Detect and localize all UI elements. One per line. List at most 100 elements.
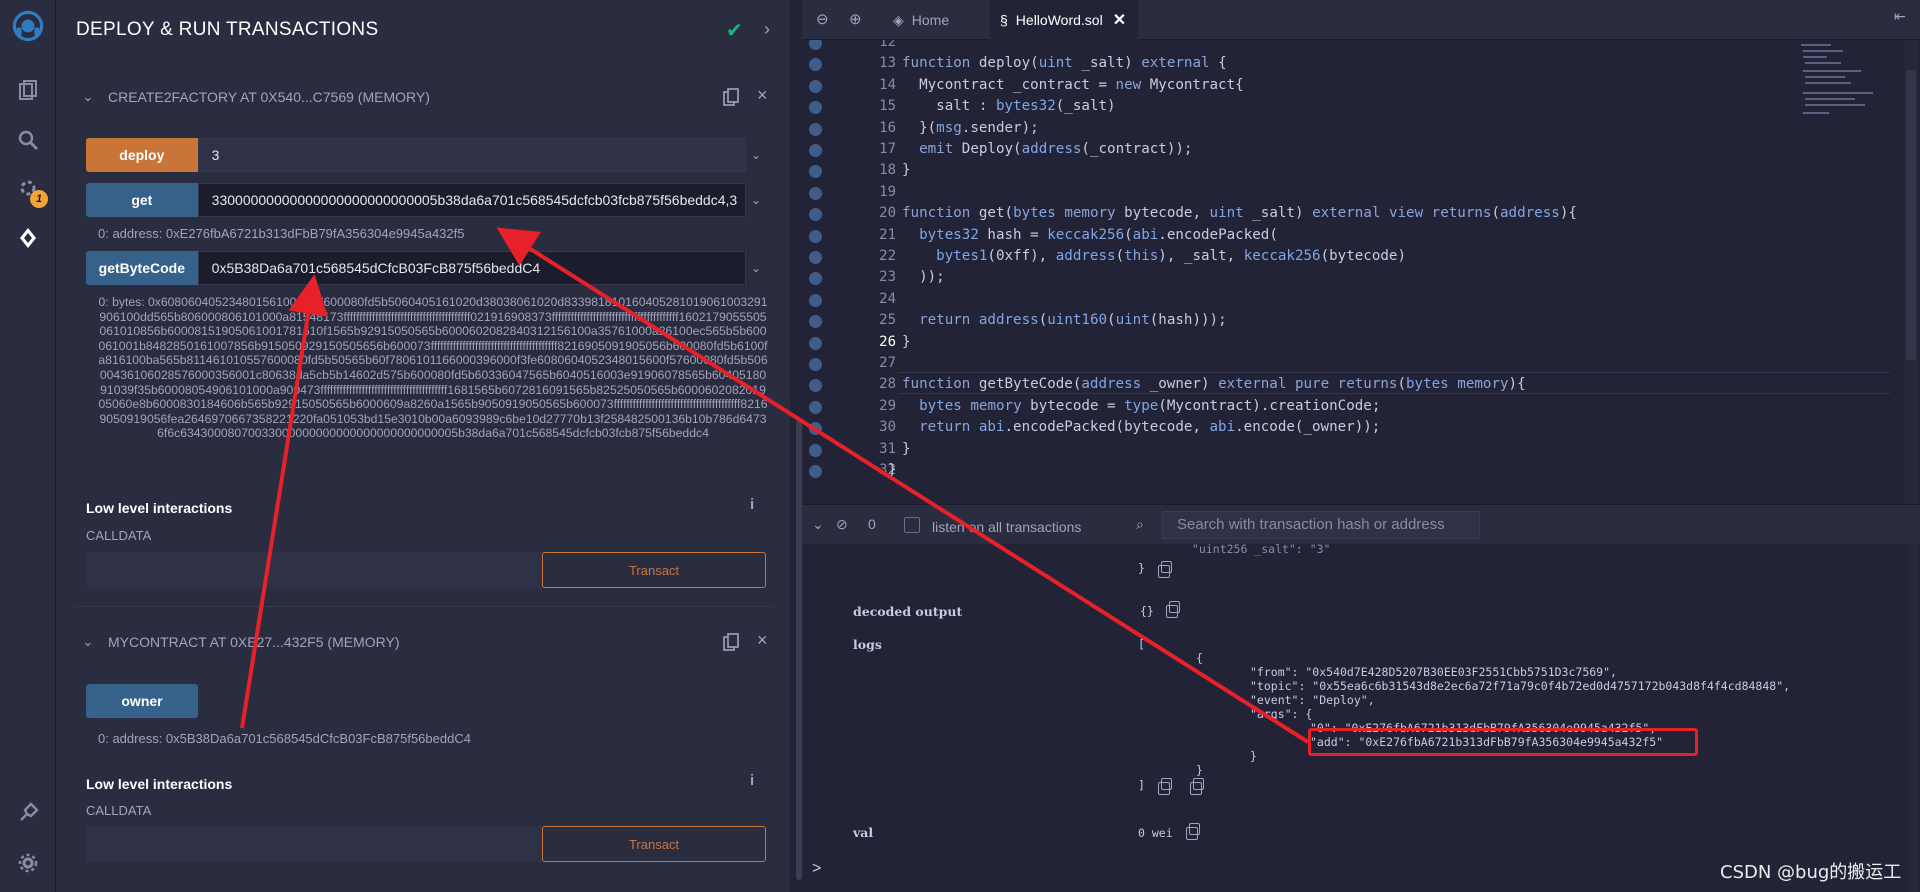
line-number: 29 [879, 397, 896, 414]
minimap[interactable] [1797, 40, 1907, 160]
calldata-row: Transact [86, 552, 766, 588]
expand-icon[interactable]: ⇤ [1894, 8, 1906, 25]
terminal-search-input[interactable]: Search with transaction hash or address [1162, 511, 1480, 539]
settings-icon[interactable] [12, 847, 44, 879]
breakpoint-dot[interactable] [809, 293, 822, 307]
code-line: return abi.encodePacked(bytecode, abi.en… [919, 419, 1381, 436]
getbytecode-function-button[interactable]: getByteCode [86, 251, 198, 285]
breakpoint-dot[interactable] [809, 358, 822, 371]
panel-title: DEPLOY & RUN TRANSACTIONS [76, 19, 379, 40]
transact-button[interactable]: Transact [542, 552, 766, 588]
code-line: salt : bytes32(_salt) [902, 98, 1116, 115]
chevron-down-icon[interactable]: ⌄ [746, 251, 766, 285]
line-number: 12 [879, 40, 896, 50]
listen-checkbox[interactable] [904, 517, 920, 533]
instance-name: CREATE2FACTORY AT 0X540...C7569 (MEMORY) [108, 89, 430, 105]
breakpoint-dot[interactable] [809, 272, 822, 286]
file-explorer-icon[interactable] [12, 74, 44, 106]
breakpoint-dot[interactable] [809, 79, 822, 93]
terminal-prompt[interactable]: > [812, 860, 821, 878]
line-number: 13 [879, 55, 896, 72]
breakpoint-dot[interactable] [809, 315, 822, 329]
breakpoint-dot[interactable] [809, 422, 822, 436]
deploy-icon[interactable] [12, 222, 44, 254]
code-line: function deploy(uint _salt) external { [902, 55, 1227, 72]
breakpoint-dot[interactable] [809, 229, 822, 243]
tab-home[interactable]: ◈ Home [887, 0, 987, 40]
breakpoint-dot[interactable] [809, 40, 822, 50]
chevron-down-icon[interactable]: ⌄ [746, 183, 766, 217]
line-number: 15 [879, 98, 896, 115]
copy-icon[interactable] [1186, 823, 1200, 840]
instance-header-mycontract[interactable]: ⌄ MYCONTRACT AT 0XE27...432F5 (MEMORY) × [76, 622, 772, 662]
watermark: CSDN @bug的搬运工 [1720, 862, 1902, 883]
collapse-terminal-icon[interactable]: ⌄ [812, 516, 824, 533]
close-icon[interactable]: × [757, 630, 768, 651]
chevron-down-icon[interactable]: ⌄ [76, 634, 100, 650]
deploy-input[interactable]: 3 [197, 138, 747, 172]
deploy-function-button[interactable]: deploy [86, 138, 198, 172]
close-icon[interactable]: × [757, 85, 768, 106]
log-args: "args": { [1250, 707, 1313, 721]
breakpoint-dot[interactable] [809, 208, 822, 222]
copy-icon[interactable] [1158, 561, 1172, 578]
info-icon[interactable]: i [750, 772, 754, 789]
code-line: bytes32 hash = keccak256(abi.encodePacke… [919, 226, 1278, 243]
logs-close-bracket: ] [1138, 778, 1145, 792]
get-input[interactable]: 33000000000000000000000000005b38da6a701c… [197, 183, 747, 217]
chevron-down-icon[interactable]: ⌄ [746, 138, 766, 172]
breakpoint-dot[interactable] [809, 122, 822, 136]
remix-logo-icon[interactable] [12, 10, 44, 42]
instance-header-create2factory[interactable]: ⌄ CREATE2FACTORY AT 0X540...C7569 (MEMOR… [76, 77, 772, 117]
terminal-scrollbar[interactable] [1908, 544, 1918, 892]
chevron-down-icon[interactable]: ⌄ [76, 89, 100, 105]
low-level-label: Low level interactions [86, 500, 233, 516]
line-number: 19 [879, 183, 896, 200]
breakpoint-dot[interactable] [809, 58, 822, 72]
chevron-right-icon[interactable]: › [764, 19, 770, 40]
highlight-box [1308, 728, 1698, 756]
code-line: bytes memory bytecode = type(Mycontract)… [919, 397, 1381, 414]
scroll-thumb[interactable] [1906, 70, 1916, 360]
transact-button[interactable]: Transact [542, 826, 766, 862]
val-value: 0 wei [1138, 826, 1173, 840]
salt-line: "uint256 _salt": "3" [1192, 542, 1331, 556]
copy-icon[interactable] [723, 633, 739, 651]
remix-ide: 1 DEPLOY & RUN TRANSACTIONS ✔ › ⌄ CREATE… [0, 0, 1920, 892]
breakpoint-dot[interactable] [809, 336, 822, 350]
copy-icon[interactable] [1166, 601, 1180, 618]
getbytecode-input[interactable]: 0x5B38Da6a701c568545dCfcB03FcB875f56bedd… [197, 251, 747, 285]
breakpoint-dot[interactable] [809, 465, 822, 478]
owner-function-button[interactable]: owner [86, 684, 198, 718]
copy-icon[interactable] [723, 88, 739, 106]
calldata-input[interactable] [86, 826, 542, 862]
search-icon[interactable] [12, 124, 44, 156]
plugin-manager-icon[interactable] [12, 797, 44, 829]
breakpoint-dot[interactable] [809, 144, 822, 157]
deploy-run-panel: DEPLOY & RUN TRANSACTIONS ✔ › ⌄ CREATE2F… [56, 0, 790, 892]
clear-icon[interactable]: ⊘ [836, 516, 848, 533]
terminal-output: "uint256 _salt": "3" } decoded output {}… [802, 542, 1920, 892]
breakpoint-dot[interactable] [809, 101, 822, 115]
zoom-out-icon[interactable]: ⊖ [816, 10, 829, 28]
copy-icon[interactable] [1190, 778, 1204, 795]
icon-panel: 1 [0, 0, 56, 892]
breakpoint-dot[interactable] [809, 186, 822, 200]
line-number: 16 [879, 119, 896, 136]
breakpoint-dot[interactable] [809, 379, 822, 393]
code-editor[interactable]: 12 13 14 15 16 17 18 19 20 21 22 23 24 25 26 27 28 29 30 31… [802, 40, 1920, 504]
zoom-in-icon[interactable]: ⊕ [849, 10, 862, 28]
breakpoint-dot[interactable] [809, 165, 822, 179]
breakpoint-dot[interactable] [809, 251, 822, 264]
copy-icon[interactable] [1158, 778, 1172, 795]
close-tab-icon[interactable]: ✕ [1113, 10, 1126, 30]
tab-helloword[interactable]: § HelloWord.sol ✕ [990, 0, 1138, 40]
info-icon[interactable]: i [750, 496, 754, 513]
breakpoint-dot[interactable] [809, 400, 822, 414]
owner-output: 0: address: 0x5B38Da6a701c568545dCfcB03F… [98, 731, 471, 746]
breakpoint-dot[interactable] [809, 443, 822, 457]
calldata-input[interactable] [86, 552, 542, 588]
getbytecode-output: 0: bytes: 0x6080604052348015610010576000… [98, 295, 768, 441]
get-function-button[interactable]: get [86, 183, 198, 217]
editor-scrollbar[interactable] [1904, 40, 1918, 504]
